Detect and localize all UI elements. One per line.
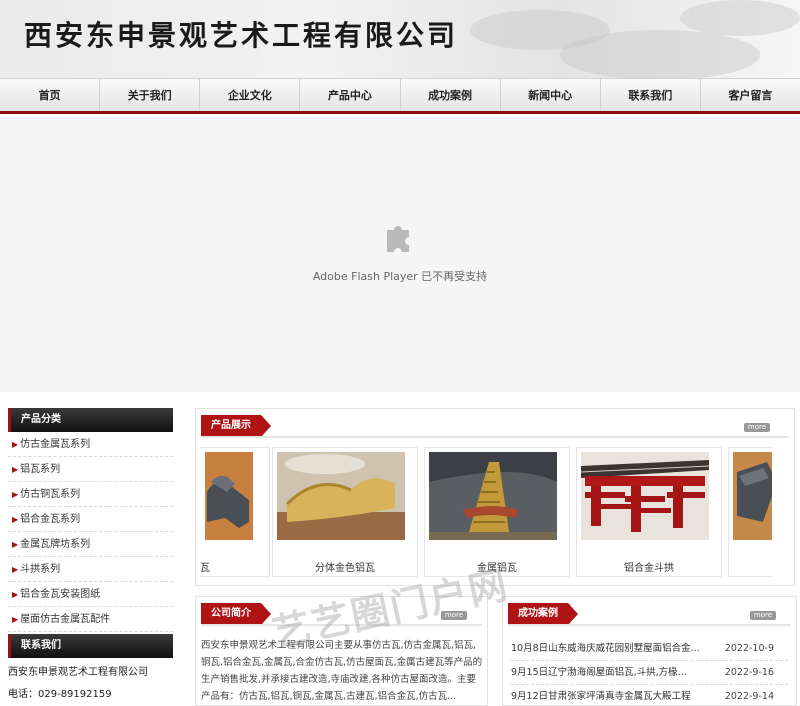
- contact-company: 西安东申景观艺术工程有限公司: [8, 667, 148, 678]
- product-card[interactable]: [728, 447, 772, 577]
- section-divider: [201, 624, 482, 626]
- triangle-right-icon: ▶: [12, 615, 19, 624]
- case-item[interactable]: 9月15日辽宁渤海阁屋面铝瓦,斗拱,方椽... 2022-9-16: [511, 661, 788, 685]
- triangle-right-icon: ▶: [12, 540, 19, 549]
- category-label: 斗拱系列: [20, 564, 61, 575]
- category-label: 铝合金瓦系列: [20, 514, 81, 525]
- product-image: [277, 452, 405, 540]
- nav-item-cases[interactable]: 成功案例: [401, 79, 501, 111]
- success-cases: 成功案例 more 10月8日山东威海庆威花园别墅屋面铝合金... 2022-1…: [502, 596, 797, 706]
- main-nav: 首页 关于我们 企业文化 产品中心 成功案例 新闻中心 联系我们 客户留言: [0, 78, 800, 114]
- category-list: ▶ 仿古金属瓦系列 ▶ 铝瓦系列 ▶ 仿古铜瓦系列 ▶ 铝合金瓦系列 ▶ 金属瓦牌坊系列 …: [8, 432, 173, 632]
- category-label: 金属瓦牌坊系列: [20, 539, 91, 550]
- product-image: [205, 452, 253, 540]
- category-item[interactable]: ▶ 仿古金属瓦系列: [8, 432, 173, 457]
- category-heading: 产品分类: [8, 408, 173, 432]
- triangle-right-icon: ▶: [12, 465, 19, 474]
- product-showcase: 产品展示 more 铝瓦 分体金色铝瓦: [195, 408, 795, 586]
- case-date: 2022-10-9: [724, 643, 774, 654]
- product-label: 分体金色铝瓦: [315, 563, 375, 574]
- section-divider: [508, 624, 791, 626]
- product-card[interactable]: 金属铝瓦: [424, 447, 570, 577]
- case-date: 2022-9-14: [724, 691, 774, 702]
- nav-item-contact[interactable]: 联系我们: [601, 79, 701, 111]
- product-label: 金属铝瓦: [477, 563, 517, 574]
- section-title: 成功案例: [508, 603, 578, 625]
- nav-item-products[interactable]: 产品中心: [300, 79, 401, 111]
- category-item[interactable]: ▶ 铝合金瓦系列: [8, 507, 173, 532]
- product-image: [733, 452, 772, 540]
- contact-phone: 电话：029-89192159: [8, 689, 112, 700]
- product-image: [429, 452, 557, 540]
- product-card[interactable]: 铝合金斗拱: [576, 447, 722, 577]
- category-item[interactable]: ▶ 仿古铜瓦系列: [8, 482, 173, 507]
- category-item[interactable]: ▶ 铝瓦系列: [8, 457, 173, 482]
- triangle-right-icon: ▶: [12, 565, 19, 574]
- more-button[interactable]: more: [750, 611, 776, 620]
- category-label: 铝合金瓦安装图纸: [20, 589, 101, 600]
- nav-item-about[interactable]: 关于我们: [100, 79, 201, 111]
- case-item[interactable]: 10月8日山东威海庆威花园别墅屋面铝合金... 2022-10-9: [511, 637, 788, 661]
- case-title: 9月12日甘肃张家坪清真寺金属瓦大殿工程: [511, 691, 691, 702]
- triangle-right-icon: ▶: [12, 515, 19, 524]
- product-label: 铝瓦: [200, 563, 210, 574]
- case-title: 9月15日辽宁渤海阁屋面铝瓦,斗拱,方椽...: [511, 667, 687, 678]
- category-item[interactable]: ▶ 屋面仿古金属瓦配件: [8, 607, 173, 632]
- cloud-decoration: [680, 0, 800, 36]
- flash-placeholder[interactable]: Adobe Flash Player 已不再受支持: [0, 117, 800, 392]
- case-item[interactable]: 9月12日甘肃张家坪清真寺金属瓦大殿工程 2022-9-14: [511, 685, 788, 705]
- triangle-right-icon: ▶: [12, 590, 19, 599]
- more-button[interactable]: more: [441, 611, 467, 620]
- case-date: 2022-9-16: [724, 667, 774, 678]
- site-header: 西安东申景观艺术工程有限公司: [0, 0, 800, 78]
- triangle-right-icon: ▶: [12, 440, 19, 449]
- cloud-decoration: [560, 30, 760, 78]
- section-title: 产品展示: [201, 415, 271, 437]
- nav-item-message[interactable]: 客户留言: [701, 79, 800, 111]
- product-image: [581, 452, 709, 540]
- section-title: 公司简介: [201, 603, 271, 625]
- product-card[interactable]: 分体金色铝瓦: [272, 447, 418, 577]
- contact-heading: 联系我们: [8, 634, 173, 658]
- case-title: 10月8日山东威海庆威花园别墅屋面铝合金...: [511, 643, 700, 654]
- nav-item-culture[interactable]: 企业文化: [200, 79, 301, 111]
- category-item[interactable]: ▶ 金属瓦牌坊系列: [8, 532, 173, 557]
- product-label: 铝合金斗拱: [624, 563, 674, 574]
- category-label: 屋面仿古金属瓦配件: [20, 614, 111, 625]
- category-label: 仿古铜瓦系列: [20, 489, 81, 500]
- category-label: 铝瓦系列: [20, 464, 61, 475]
- section-divider: [201, 436, 789, 438]
- nav-item-news[interactable]: 新闻中心: [501, 79, 601, 111]
- product-card[interactable]: 铝瓦: [200, 447, 270, 577]
- product-carousel: 铝瓦 分体金色铝瓦: [200, 447, 772, 581]
- sidebar: 产品分类 ▶ 仿古金属瓦系列 ▶ 铝瓦系列 ▶ 仿古铜瓦系列 ▶ 铝合金瓦系列 ▶ 金属瓦…: [0, 408, 182, 706]
- company-intro: 公司简介 more 西安东申景观艺术工程有限公司主要从事仿古瓦,仿古金属瓦,铝瓦…: [195, 596, 488, 706]
- intro-text: 西安东申景观艺术工程有限公司主要从事仿古瓦,仿古金属瓦,铝瓦,铜瓦,铝合金瓦,金…: [201, 640, 483, 702]
- category-label: 仿古金属瓦系列: [20, 439, 91, 450]
- more-button[interactable]: more: [744, 423, 770, 432]
- flash-unsupported-message: Adobe Flash Player 已不再受支持: [312, 270, 488, 283]
- triangle-right-icon: ▶: [12, 490, 19, 499]
- category-item[interactable]: ▶ 斗拱系列: [8, 557, 173, 582]
- puzzle-piece-icon: [387, 226, 409, 252]
- nav-item-home[interactable]: 首页: [0, 79, 101, 111]
- category-item[interactable]: ▶ 铝合金瓦安装图纸: [8, 582, 173, 607]
- site-title[interactable]: 西安东申景观艺术工程有限公司: [24, 14, 458, 54]
